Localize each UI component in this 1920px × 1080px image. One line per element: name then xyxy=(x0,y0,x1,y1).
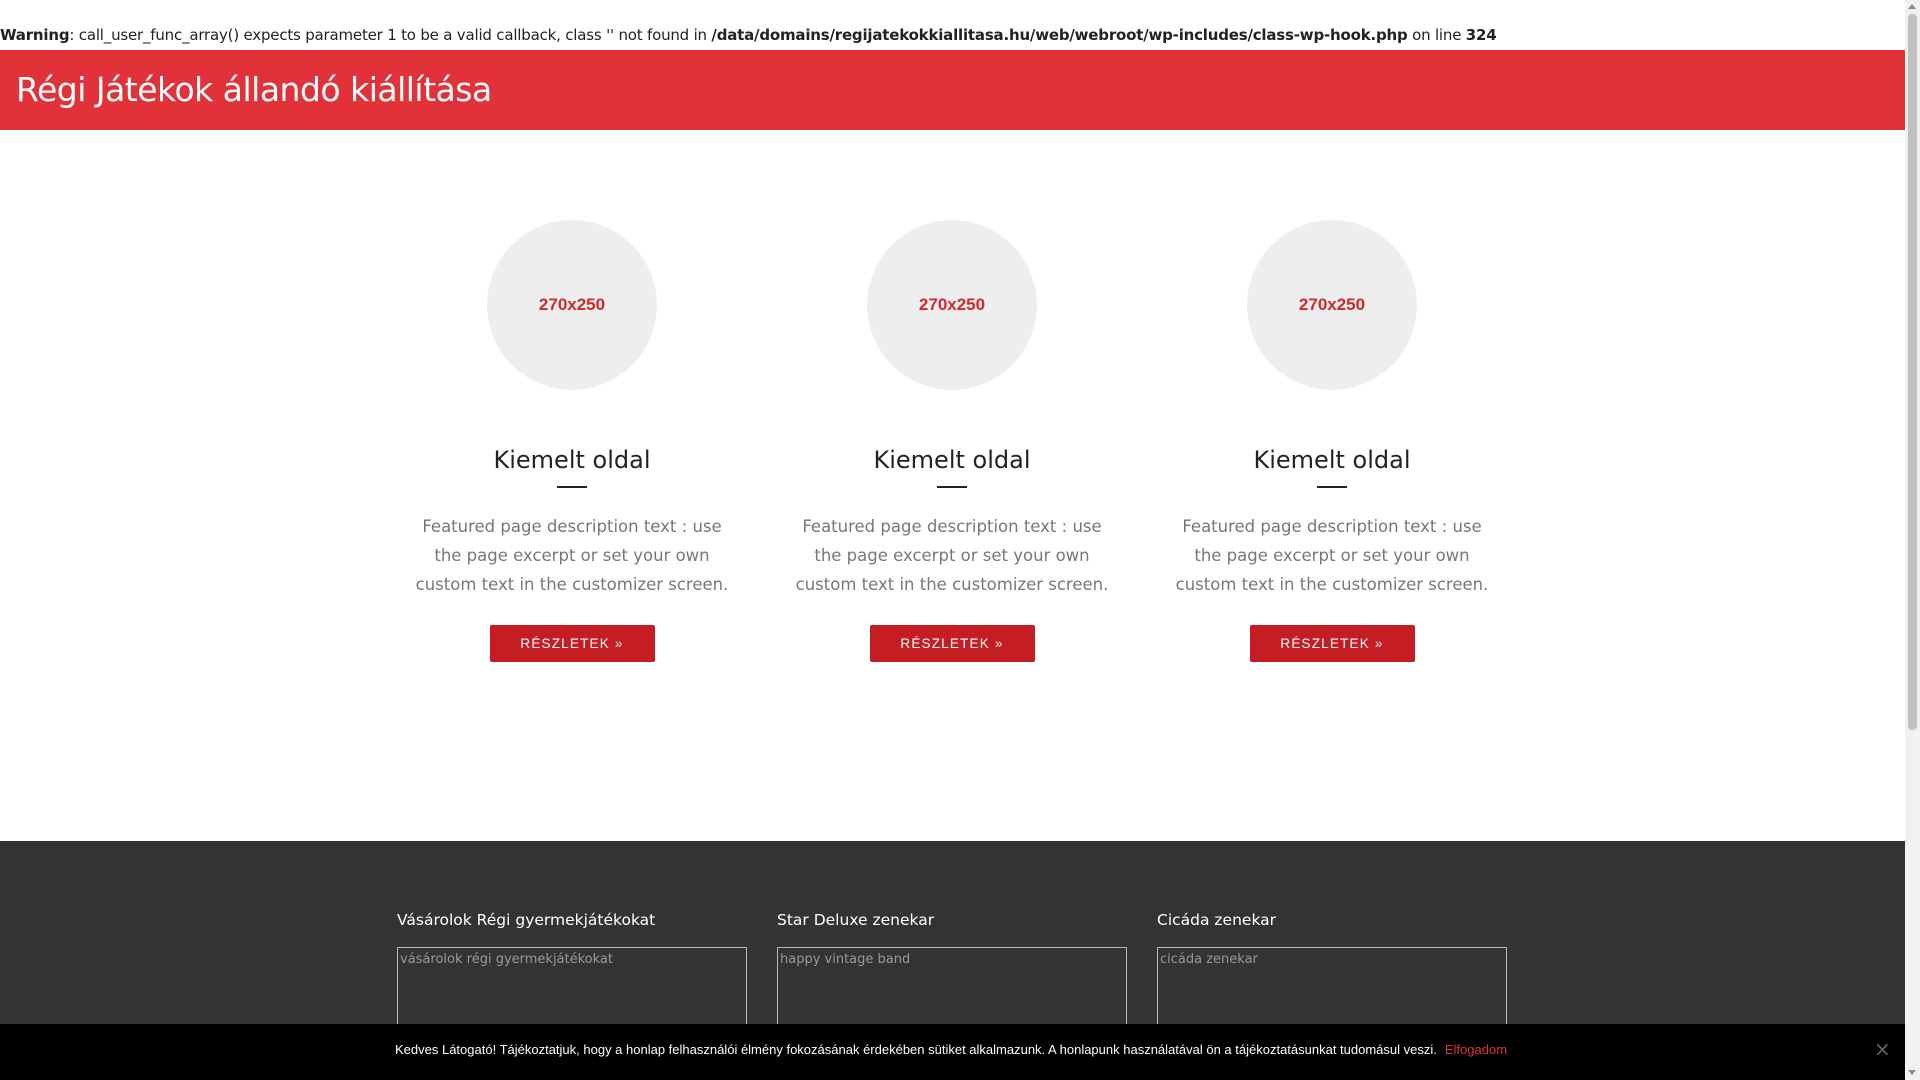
title-divider xyxy=(557,486,587,488)
cookie-accept-link[interactable]: Elfogadom xyxy=(1445,1042,1507,1057)
warning-line-number: 324 xyxy=(1465,26,1497,44)
image-alt-text: vásárolok régi gyermekjátékokat xyxy=(400,952,613,967)
featured-thumbnail[interactable]: 270x250 xyxy=(1247,220,1417,390)
cookie-message-line: Kedves Látogató! Tájékoztatjuk, hogy a h… xyxy=(395,1042,1507,1057)
page: Warning: call_user_func_array() expects … xyxy=(0,0,1920,1080)
image-alt-text: cicáda zenekar xyxy=(1160,952,1258,967)
thumbnail-placeholder-text: 270x250 xyxy=(538,295,606,314)
php-warning: Warning: call_user_func_array() expects … xyxy=(0,26,1905,44)
title-divider xyxy=(1317,486,1347,488)
featured-description: Featured page description text : use the… xyxy=(1175,517,1489,594)
footer-widget: Vásárolok Régi gyermekjátékokat vásárolo… xyxy=(397,911,747,1039)
featured-item: 270x250 Kiemelt oldal Featured page desc… xyxy=(1167,220,1497,662)
featured-title[interactable]: Kiemelt oldal xyxy=(407,446,737,474)
footer-widget: Cicáda zenekar cicáda zenekar xyxy=(1157,911,1507,1039)
details-button[interactable]: RÉSZLETEK » xyxy=(1249,625,1415,662)
featured-thumbnail[interactable]: 270x250 xyxy=(867,220,1037,390)
cookie-banner: Kedves Látogató! Tájékoztatjuk, hogy a h… xyxy=(0,1024,1905,1080)
featured-title[interactable]: Kiemelt oldal xyxy=(1167,446,1497,474)
featured-description: Featured page description text : use the… xyxy=(795,517,1109,594)
warning-label: Warning xyxy=(0,26,70,44)
site-title[interactable]: Régi Játékok állandó kiállítása xyxy=(16,70,492,109)
scrollbar-thumb[interactable] xyxy=(1908,14,1917,730)
scroll-up-arrow-icon[interactable] xyxy=(1908,4,1916,9)
title-divider xyxy=(937,486,967,488)
close-icon[interactable]: × xyxy=(1874,1037,1891,1061)
featured-item: 270x250 Kiemelt oldal Featured page desc… xyxy=(407,220,737,662)
featured-description: Featured page description text : use the… xyxy=(415,517,729,594)
featured-title[interactable]: Kiemelt oldal xyxy=(787,446,1117,474)
thumbnail-placeholder-text: 270x250 xyxy=(1298,295,1366,314)
warning-on-line: on line xyxy=(1407,26,1466,44)
site-header: Régi Játékok állandó kiállítása xyxy=(0,50,1905,130)
cookie-message: Kedves Látogató! Tájékoztatjuk, hogy a h… xyxy=(395,1042,1437,1057)
details-button[interactable]: RÉSZLETEK » xyxy=(489,625,655,662)
widget-title: Star Deluxe zenekar xyxy=(777,911,935,929)
featured-pages: 270x250 Kiemelt oldal Featured page desc… xyxy=(0,130,1905,840)
widget-title: Cicáda zenekar xyxy=(1157,911,1277,929)
details-button[interactable]: RÉSZLETEK » xyxy=(869,625,1035,662)
vertical-scrollbar[interactable] xyxy=(1905,0,1920,1080)
footer-widget: Star Deluxe zenekar happy vintage band xyxy=(777,911,1127,1039)
featured-thumbnail[interactable]: 270x250 xyxy=(487,220,657,390)
image-alt-text: happy vintage band xyxy=(780,952,911,967)
featured-item: 270x250 Kiemelt oldal Featured page desc… xyxy=(787,220,1117,662)
widget-title: Vásárolok Régi gyermekjátékokat xyxy=(397,911,656,929)
warning-path: /data/domains/regijatekokkiallitasa.hu/w… xyxy=(711,26,1408,44)
thumbnail-placeholder-text: 270x250 xyxy=(918,295,986,314)
scroll-down-arrow-icon[interactable] xyxy=(1908,1070,1916,1075)
warning-message: : call_user_func_array() expects paramet… xyxy=(69,26,712,44)
